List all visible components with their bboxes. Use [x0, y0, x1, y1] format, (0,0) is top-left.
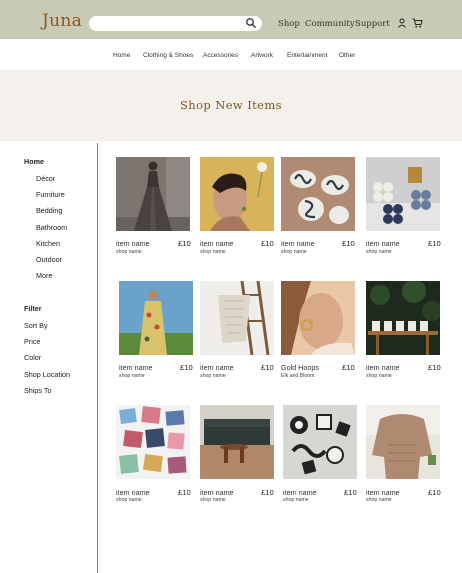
gold-hoop-earrings-image	[281, 281, 355, 355]
living-room-table-image	[200, 405, 274, 479]
product-name[interactable]: Gold Hoops	[281, 363, 319, 372]
product-name[interactable]: item name	[116, 488, 150, 497]
product-shop[interactable]: shop name	[283, 497, 309, 503]
sidebar-item-kitchen[interactable]: Kitchen	[36, 239, 60, 248]
product-shop[interactable]: shop name	[366, 249, 392, 255]
top-bar: Juna Shop Community Support	[0, 0, 462, 39]
category-entertainment[interactable]: Entertainment	[287, 52, 327, 59]
product-image-floral-dress[interactable]	[119, 281, 193, 355]
product-name[interactable]: item name	[366, 239, 400, 248]
filter-title: Filter	[24, 304, 42, 313]
filter-sort-by[interactable]: Sort By	[24, 321, 48, 330]
product-shop[interactable]: shop name	[116, 497, 142, 503]
category-artwork[interactable]: Artwork	[251, 52, 273, 59]
sidebar-divider	[97, 143, 98, 573]
sidebar-item-bathroom[interactable]: Bathroom	[36, 223, 67, 232]
product-image-living-room-table[interactable]	[200, 405, 274, 479]
sidebar-item-furniture[interactable]: Furniture	[36, 190, 65, 199]
product-shop[interactable]: shop name	[200, 373, 226, 379]
logo[interactable]: Juna	[42, 11, 82, 31]
sidebar-item-decor[interactable]: Décor	[36, 174, 55, 183]
knit-sweater-image	[366, 405, 440, 479]
product-image-photo-collage[interactable]	[116, 405, 190, 479]
product-shop[interactable]: shop name	[366, 497, 392, 503]
sidebar-item-more[interactable]: More	[36, 271, 52, 280]
product-image-knit-blanket-ladder[interactable]	[200, 281, 274, 355]
nav-shop[interactable]: Shop	[278, 19, 300, 29]
product-price: £10	[178, 239, 191, 248]
woman-in-gown-image	[116, 157, 190, 231]
filter-color[interactable]: Color	[24, 353, 41, 362]
hero-title: Shop New Items	[180, 98, 282, 112]
product-image-snake-stones[interactable]	[281, 157, 355, 231]
woman-with-earring-image	[200, 157, 274, 231]
product-name[interactable]: item name	[200, 488, 234, 497]
product-price: £10	[178, 488, 191, 497]
product-shop[interactable]: shop name	[116, 249, 142, 255]
product-image-checkered-shapes[interactable]	[283, 405, 357, 479]
photo-collage-image	[116, 405, 190, 479]
product-price: £10	[342, 239, 355, 248]
product-image-candles-on-shelf[interactable]	[366, 281, 440, 355]
product-image-woman-with-earring[interactable]	[200, 157, 274, 231]
search-input[interactable]	[89, 16, 262, 31]
filter-shop-location[interactable]: Shop Location	[24, 370, 70, 379]
product-shop[interactable]: shop name	[200, 497, 226, 503]
product-name[interactable]: item name	[200, 239, 234, 248]
product-name[interactable]: item name	[200, 363, 234, 372]
product-name[interactable]: item name	[366, 363, 400, 372]
product-name[interactable]: item name	[366, 488, 400, 497]
product-price: £10	[261, 488, 274, 497]
bubble-candles-image	[366, 157, 440, 231]
category-accessories[interactable]: Accessories	[203, 52, 238, 59]
product-shop[interactable]: shop name	[200, 249, 226, 255]
product-name[interactable]: item name	[281, 239, 315, 248]
product-price: £10	[342, 363, 355, 372]
sidebar-section-title[interactable]: Home	[24, 157, 44, 166]
category-nav: Home Clothing & Shoes Accessories Artwor…	[0, 39, 462, 70]
product-image-knit-sweater[interactable]	[366, 405, 440, 479]
product-shop[interactable]: Elk and Bloom	[281, 373, 314, 379]
product-shop[interactable]: shop name	[119, 373, 145, 379]
floral-dress-image	[119, 281, 193, 355]
product-image-bubble-candles[interactable]	[366, 157, 440, 231]
product-name[interactable]: item name	[283, 488, 317, 497]
user-icon[interactable]	[397, 18, 407, 28]
product-name[interactable]: item name	[116, 239, 150, 248]
filter-price[interactable]: Price	[24, 337, 40, 346]
product-price: £10	[428, 488, 441, 497]
product-price: £10	[261, 239, 274, 248]
nav-community[interactable]: Community	[305, 19, 355, 29]
product-name[interactable]: item name	[119, 363, 153, 372]
filter-ships-to[interactable]: Ships To	[24, 386, 51, 395]
product-price: £10	[344, 488, 357, 497]
candles-on-shelf-image	[366, 281, 440, 355]
search-icon[interactable]	[245, 17, 257, 29]
hero-banner: Shop New Items	[0, 70, 462, 141]
checkered-shapes-image	[283, 405, 357, 479]
category-home[interactable]: Home	[113, 52, 130, 59]
category-other[interactable]: Other	[339, 52, 355, 59]
product-image-woman-in-gown[interactable]	[116, 157, 190, 231]
sidebar-item-outdoor[interactable]: Outdoor	[36, 255, 62, 264]
product-shop[interactable]: shop name	[281, 249, 307, 255]
category-clothing-shoes[interactable]: Clothing & Shoes	[143, 52, 193, 59]
product-shop[interactable]: shop name	[366, 373, 392, 379]
product-price: £10	[261, 363, 274, 372]
cart-icon[interactable]	[412, 18, 423, 28]
product-image-gold-hoop-earrings[interactable]	[281, 281, 355, 355]
product-price: £10	[428, 239, 441, 248]
product-price: £10	[180, 363, 193, 372]
product-price: £10	[428, 363, 441, 372]
snake-stones-image	[281, 157, 355, 231]
nav-support[interactable]: Support	[355, 19, 390, 29]
sidebar-item-bedding[interactable]: Bedding	[36, 206, 62, 215]
knit-blanket-ladder-image	[200, 281, 274, 355]
